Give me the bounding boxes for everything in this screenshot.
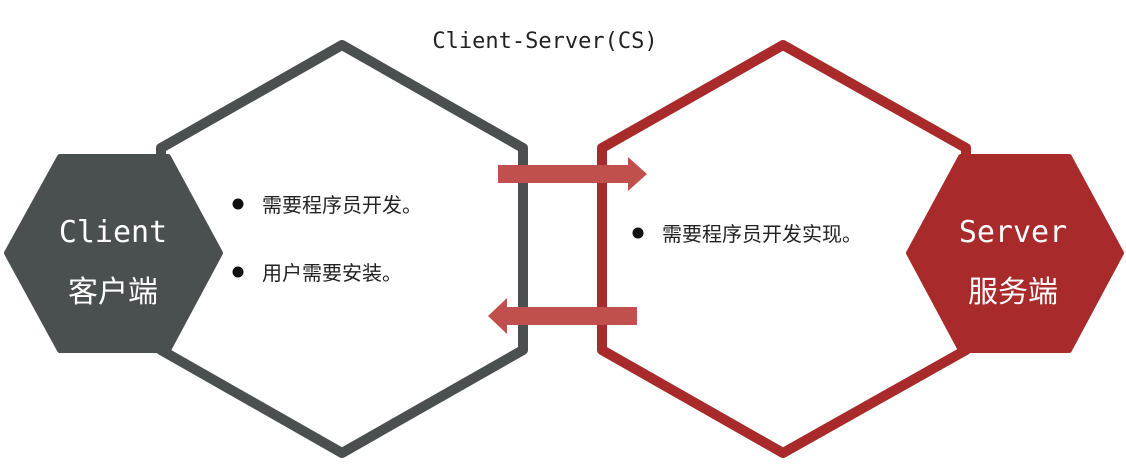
diagram-title: Client-Server(CS) [432, 29, 657, 54]
client-bullet: 用户需要安装。 [262, 261, 402, 285]
client-server-diagram: Client-Server(CS) Client 客户端 Server 服务端 … [4, 29, 1124, 458]
bullet-dot [632, 227, 644, 239]
client-label-cn: 客户端 [68, 275, 158, 310]
client-label-en: Client [59, 215, 167, 250]
diagram-canvas: Client-Server(CS) Client 客户端 Server 服务端 … [0, 0, 1126, 471]
server-label-cn: 服务端 [968, 275, 1058, 310]
bullet-dot [232, 266, 244, 278]
server-bullet: 需要程序员开发实现。 [662, 222, 862, 246]
response-arrow [488, 298, 637, 334]
client-hexagon [4, 154, 223, 353]
server-label-en: Server [959, 215, 1067, 250]
client-bullet: 需要程序员开发。 [262, 193, 422, 217]
server-hexagon [906, 154, 1124, 353]
bullet-dot [232, 198, 244, 210]
